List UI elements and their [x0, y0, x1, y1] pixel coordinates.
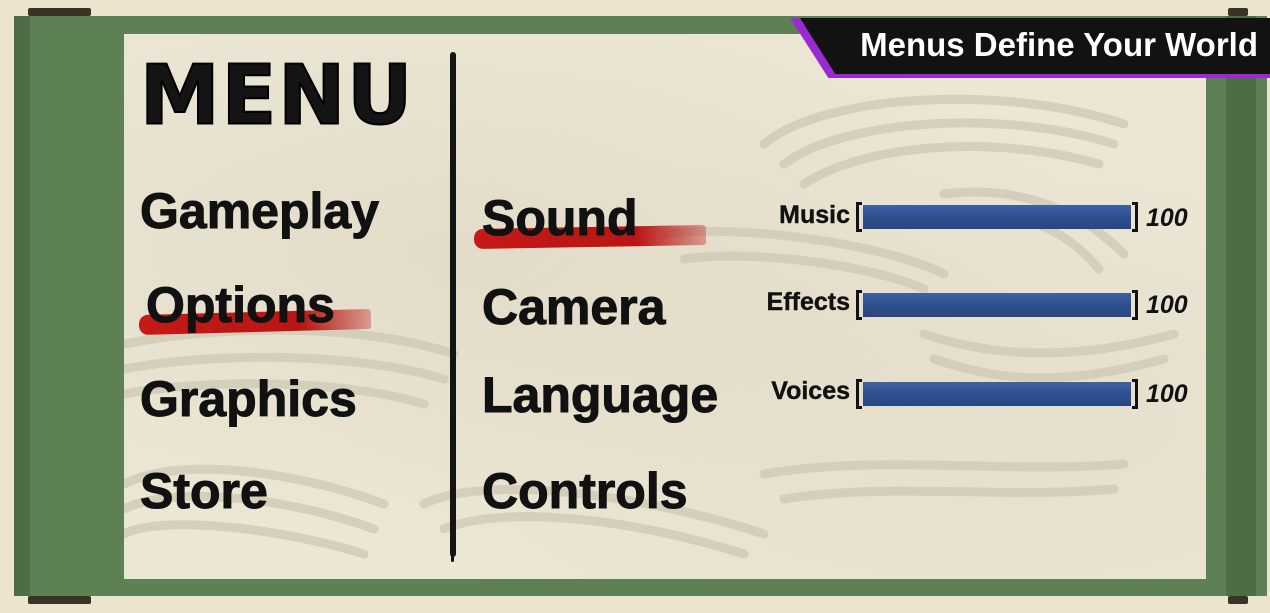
scroll-rod-bottom-left [28, 596, 91, 604]
effects-label: Effects [766, 288, 850, 316]
effects-slider-fill [863, 293, 1131, 317]
menu-item-graphics[interactable]: Graphics [140, 374, 358, 425]
menu-item-options[interactable]: Options [146, 280, 336, 331]
slider-bracket-right [1132, 202, 1138, 232]
scroll-frame-right-edge [1226, 16, 1256, 596]
voices-slider-fill [863, 382, 1131, 406]
slider-bracket-right [1132, 379, 1138, 409]
music-slider-fill [863, 205, 1131, 229]
effects-slider[interactable] [856, 290, 1138, 320]
voices-label: Voices [771, 377, 850, 405]
scroll-rod-bottom-right [1228, 596, 1248, 604]
slider-track [863, 205, 1131, 229]
submenu-item-sound[interactable]: Sound [482, 193, 639, 244]
slider-bracket-right [1132, 290, 1138, 320]
voices-slider[interactable] [856, 379, 1138, 409]
submenu-item-camera[interactable]: Camera [481, 282, 665, 333]
menu-item-gameplay[interactable]: Gameplay [139, 186, 379, 237]
scroll-rod-top-right [1228, 8, 1248, 16]
title-banner: Menus Define Your World [790, 18, 1270, 78]
slider-track [863, 293, 1131, 317]
slider-bracket-left [856, 379, 862, 409]
effects-value: 100 [1146, 291, 1188, 319]
slider-bracket-left [856, 290, 862, 320]
music-label: Music [779, 201, 850, 229]
submenu-item-controls[interactable]: Controls [482, 466, 689, 517]
slider-bracket-left [856, 202, 862, 232]
scroll-rod-top-left [28, 8, 91, 16]
banner-text: Menus Define Your World [860, 26, 1258, 63]
music-slider[interactable] [856, 202, 1138, 232]
slider-track [863, 382, 1131, 406]
menu-title: MENU [139, 48, 415, 143]
menu-item-store[interactable]: Store [140, 466, 269, 517]
scroll-frame-left-edge [14, 16, 30, 596]
submenu-item-language[interactable]: Language [481, 370, 718, 421]
menu-divider [450, 52, 456, 562]
music-value: 100 [1146, 204, 1188, 232]
voices-value: 100 [1146, 380, 1188, 408]
